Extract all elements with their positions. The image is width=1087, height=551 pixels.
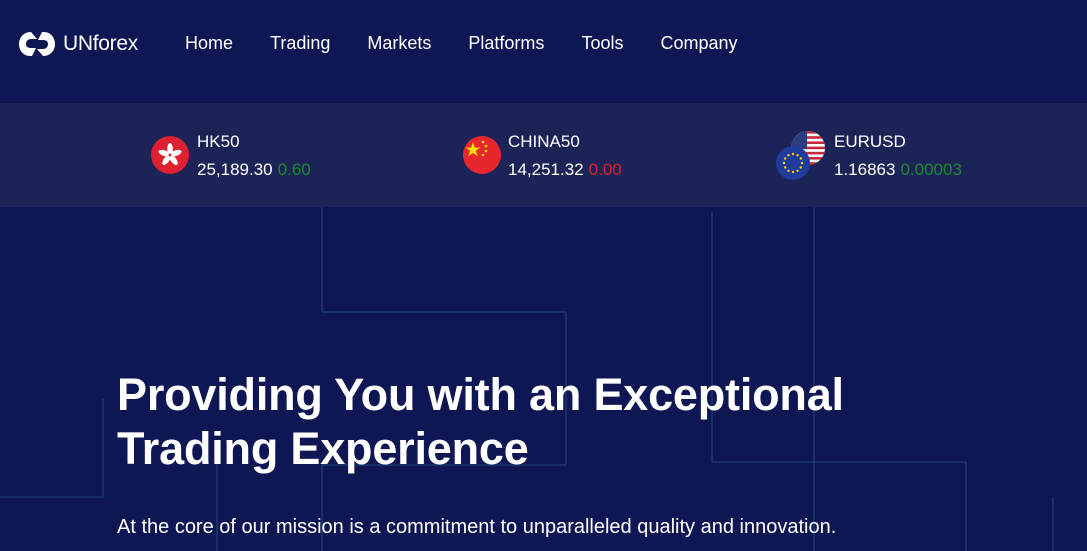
main-menu: Home Trading Markets Platforms Tools Com… [185,33,775,54]
ticker-price: 25,189.30 [197,160,273,179]
ticker-change: 0.00 [588,160,622,179]
ticker-change: 0.00003 [900,160,962,179]
brand-logo[interactable]: UNforex [17,28,138,60]
ticker-symbol: EURUSD [834,132,906,151]
ticker-item-eurusd[interactable]: EURUSD 1.16863 0.00003 [776,103,996,207]
ticker-item-china50[interactable]: CHINA50 14,251.32 0.00 [463,103,663,207]
ticker-quote: 25,189.30 0.60 [197,160,311,180]
nav-item-trading[interactable]: Trading [270,33,330,54]
nav-item-platforms[interactable]: Platforms [468,33,544,54]
ticker-price: 1.16863 [834,160,896,179]
unforex-logo-icon [19,32,55,56]
ticker-price: 14,251.32 [508,160,584,179]
ticker-quote: 1.16863 0.00003 [834,160,962,180]
nav-item-company[interactable]: Company [660,33,737,54]
brand-name: UNforex [63,32,138,55]
ticker-symbol: HK50 [197,132,240,151]
hero-title: Providing You with an Exceptional Tradin… [117,369,844,474]
ticker-symbol: CHINA50 [508,132,580,151]
page: UNforex Home Trading Markets Platforms T… [0,0,1087,551]
ticker-item-hk50[interactable]: HK50 25,189.30 0.60 [151,103,351,207]
eu-flag-icon [776,146,810,180]
hong-kong-flag-icon [151,136,189,174]
nav-item-home[interactable]: Home [185,33,233,54]
nav-item-markets[interactable]: Markets [367,33,431,54]
ticker-change: 0.60 [277,160,311,179]
ticker-quote: 14,251.32 0.00 [508,160,622,180]
price-ticker: HK50 25,189.30 0.60 CHINA50 14,251.32 0.00 [0,103,1087,207]
china-flag-icon [463,136,501,174]
nav-item-tools[interactable]: Tools [581,33,623,54]
top-navigation: UNforex Home Trading Markets Platforms T… [0,0,1087,103]
hero-subtitle: At the core of our mission is a commitme… [117,516,837,538]
